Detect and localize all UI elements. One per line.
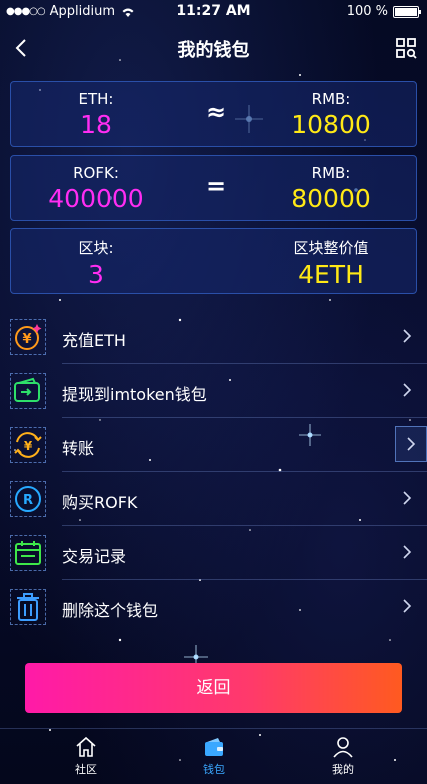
- block-value-card: 区块: 3 区块整价值 4ETH: [10, 228, 417, 294]
- block-value-amount: 4ETH: [298, 260, 364, 289]
- rofk-amount: 400000: [48, 184, 144, 213]
- chevron-right-icon: [403, 599, 412, 613]
- menu-item-delete-wallet[interactable]: 删除这个钱包: [0, 580, 427, 634]
- menu-item-label: 提现到imtoken钱包: [62, 385, 207, 404]
- eth-amount: 18: [80, 110, 112, 139]
- tab-label: 钱包: [203, 763, 225, 776]
- trash-icon: [10, 589, 46, 625]
- block-label: 区块:: [78, 239, 114, 257]
- page-title: 我的钱包: [177, 40, 250, 61]
- svg-text:¥: ¥: [22, 332, 31, 347]
- calendar-record-icon: [10, 535, 46, 571]
- buy-rofk-icon: R: [10, 481, 46, 517]
- chevron-right-icon: [407, 437, 416, 451]
- chevron-right-icon: [403, 383, 412, 397]
- rmb-label: RMB:: [311, 164, 351, 182]
- menu-item-label: 购买ROFK: [62, 493, 138, 512]
- qr-scan-icon[interactable]: [394, 36, 418, 60]
- home-icon: [76, 736, 96, 757]
- chevron-right-icon: [403, 329, 412, 343]
- menu-item-withdraw-imtoken[interactable]: 提现到imtoken钱包: [0, 364, 427, 418]
- bottom-tab-bar: 社区 钱包 我的: [0, 728, 427, 784]
- withdraw-wallet-icon: [10, 373, 46, 409]
- return-button[interactable]: 返回: [25, 663, 402, 713]
- eth-rate-card: ETH: 18 ≈ RMB: 10800: [10, 81, 417, 147]
- svg-text:R: R: [23, 493, 33, 508]
- recharge-icon: ¥: [10, 319, 46, 355]
- svg-text:¥: ¥: [24, 439, 33, 453]
- navigation-bar: 我的钱包: [0, 24, 427, 74]
- tab-community[interactable]: 社区: [46, 735, 126, 777]
- transfer-icon: ¥: [10, 427, 46, 463]
- menu-item-buy-rofk[interactable]: R 购买ROFK: [0, 472, 427, 526]
- tab-label: 社区: [75, 763, 97, 776]
- chevron-right-icon: [403, 545, 412, 559]
- menu-item-recharge-eth[interactable]: ¥ 充值ETH: [0, 310, 427, 364]
- block-value-label: 区块整价值: [293, 239, 369, 257]
- tab-label: 我的: [332, 763, 354, 776]
- chevron-right-button[interactable]: [395, 426, 427, 462]
- equals-sign: =: [205, 172, 227, 200]
- user-icon: [333, 737, 353, 758]
- tab-mine[interactable]: 我的: [303, 735, 383, 777]
- rmb-amount: 80000: [291, 184, 371, 213]
- battery-percent: 100 %: [346, 4, 388, 19]
- menu-item-transfer[interactable]: ¥ 转账: [0, 418, 427, 472]
- menu-item-label: 删除这个钱包: [62, 601, 159, 620]
- chevron-right-icon: [403, 491, 412, 505]
- rmb-amount: 10800: [291, 110, 371, 139]
- menu-item-label: 交易记录: [62, 547, 127, 566]
- eth-label: ETH:: [78, 90, 114, 108]
- rmb-label: RMB:: [311, 90, 351, 108]
- rofk-label: ROFK:: [73, 164, 119, 182]
- menu-item-transaction-records[interactable]: 交易记录: [0, 526, 427, 580]
- block-count: 3: [88, 260, 104, 289]
- status-bar: ●●●○○ Applidium 11:27 AM 100 %: [0, 0, 427, 24]
- menu-item-label: 充值ETH: [62, 331, 126, 350]
- battery-icon: [393, 5, 421, 18]
- wallet-icon: [205, 738, 223, 756]
- rofk-rate-card: ROFK: 400000 = RMB: 80000: [10, 155, 417, 221]
- tab-wallet[interactable]: 钱包: [174, 735, 254, 777]
- approx-sign: ≈: [205, 98, 227, 126]
- menu-item-label: 转账: [62, 439, 95, 458]
